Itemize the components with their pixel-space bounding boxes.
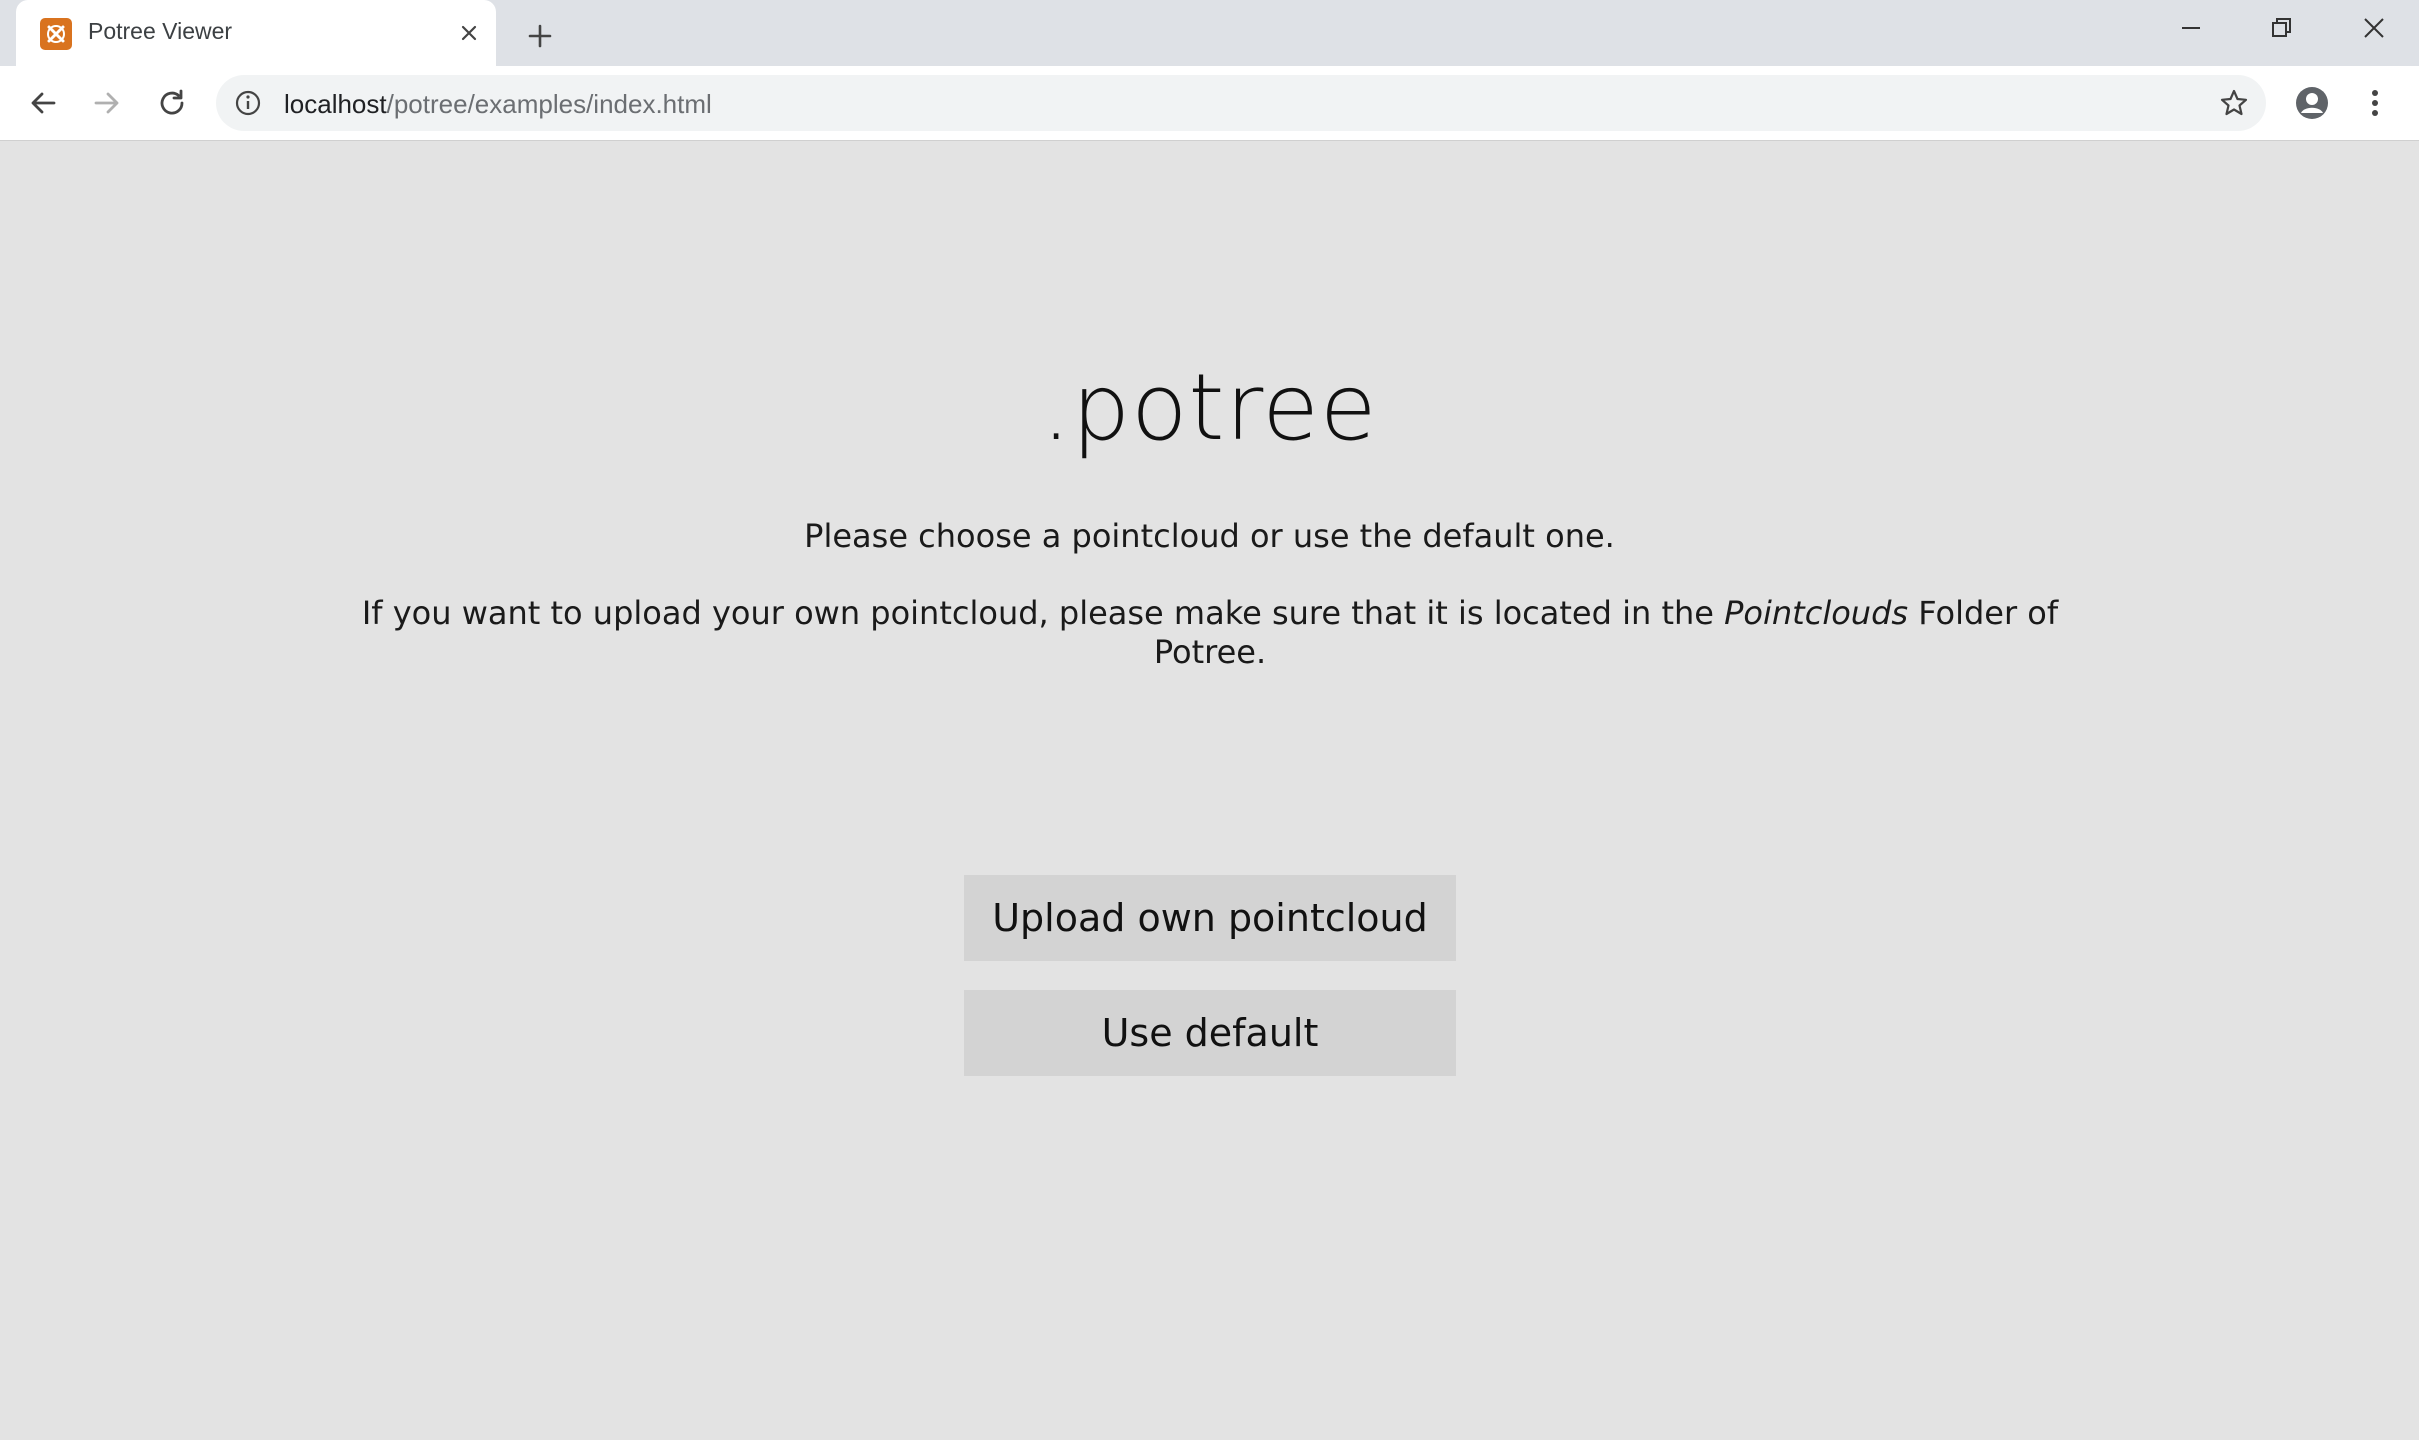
kebab-menu-icon[interactable] [2352,80,2398,126]
arrow-right-icon[interactable] [84,80,130,126]
info-icon[interactable] [234,89,262,117]
url-host: localhost [284,89,387,119]
pointclouds-folder-name: Pointclouds [1724,594,1909,632]
address-bar[interactable]: localhost/potree/examples/index.html [216,75,2266,131]
restore-icon[interactable] [2257,10,2307,46]
browser-toolbar: localhost/potree/examples/index.html [0,66,2419,141]
url-text[interactable]: localhost/potree/examples/index.html [284,89,712,120]
intro-text: Please choose a pointcloud or use the de… [804,517,1615,555]
page-title-heading: .potree [1041,354,1378,461]
url-path: /potree/examples/index.html [386,89,712,119]
instructions-before: If you want to upload your own pointclou… [361,594,1725,632]
browser-tab[interactable]: Potree Viewer [16,0,496,66]
close-window-icon[interactable] [2349,10,2399,46]
tab-close-icon[interactable] [456,20,482,46]
page-content [0,141,2419,1440]
tab-strip: Potree Viewer [0,0,2419,66]
xampp-icon [40,18,72,50]
new-tab-plus-icon[interactable] [520,16,560,56]
reload-icon[interactable] [149,80,195,126]
arrow-left-icon[interactable] [20,80,66,126]
account-icon[interactable] [2289,80,2335,126]
use-default-button[interactable]: Use default [964,990,1456,1076]
star-icon[interactable] [2216,85,2252,121]
minimize-icon[interactable] [2166,10,2216,46]
upload-pointcloud-button[interactable]: Upload own pointcloud [964,875,1456,961]
tab-title: Potree Viewer [88,18,233,44]
instructions-text: If you want to upload your own pointclou… [340,594,2080,672]
